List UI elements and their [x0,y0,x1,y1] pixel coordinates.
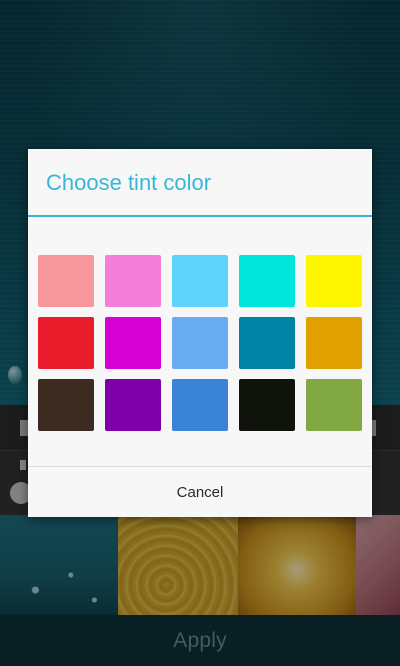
color-swatch[interactable] [105,317,161,369]
title-divider [28,215,372,217]
color-swatch[interactable] [306,255,362,307]
color-swatch[interactable] [306,317,362,369]
color-swatch[interactable] [172,379,228,431]
dialog-title: Choose tint color [46,170,212,195]
cancel-button[interactable]: Cancel [28,467,372,517]
color-swatch[interactable] [38,379,94,431]
color-swatch[interactable] [239,317,295,369]
color-swatch[interactable] [239,255,295,307]
color-swatch[interactable] [306,379,362,431]
color-swatch[interactable] [239,379,295,431]
color-swatch-grid [38,255,362,431]
color-swatch[interactable] [172,255,228,307]
color-swatch[interactable] [105,379,161,431]
color-swatch[interactable] [38,255,94,307]
color-swatch[interactable] [38,317,94,369]
color-swatch[interactable] [105,255,161,307]
color-swatch[interactable] [172,317,228,369]
tint-color-dialog: Choose tint color Cancel [28,149,372,517]
